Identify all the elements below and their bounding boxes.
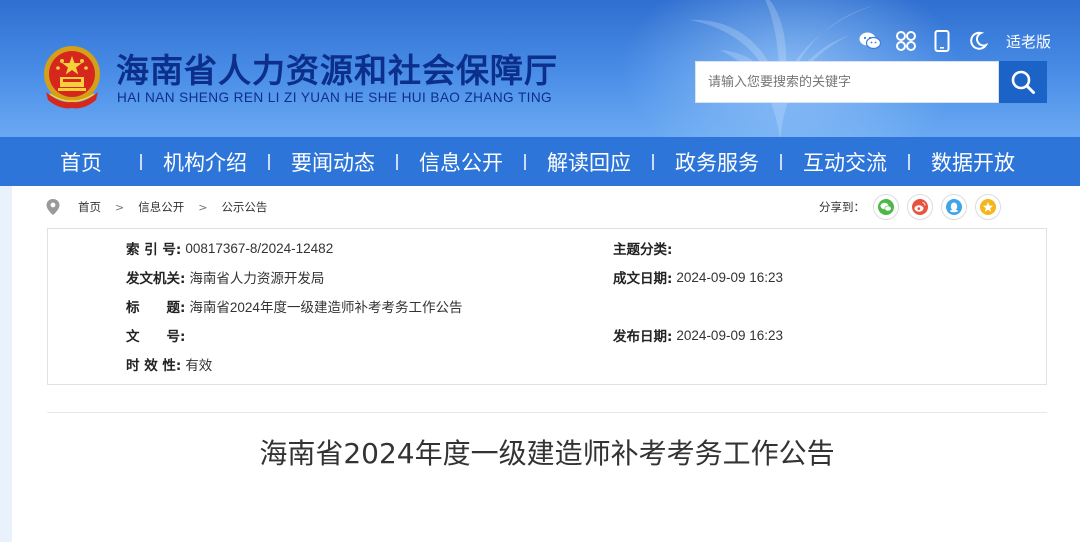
issuer-row: 发文机关: 海南省人力资源开发局: [126, 267, 324, 287]
content-divider: [47, 412, 1047, 413]
page: 海南省人力资源和社会保障厅 HAI NAN SHENG REN LI ZI YU…: [0, 0, 1080, 542]
validity-row: 时 效 性: 有效: [126, 354, 212, 374]
nav-separator: [268, 153, 270, 170]
wechat-share-icon[interactable]: [873, 194, 899, 220]
weibo-share-icon[interactable]: [907, 194, 933, 220]
nav-item-open-data[interactable]: 数据开放: [931, 147, 1015, 177]
nav-item-disclosure[interactable]: 信息公开: [419, 147, 503, 177]
location-pin-icon: [46, 199, 60, 215]
national-emblem-icon: [44, 46, 100, 109]
nav-separator: [396, 153, 398, 170]
qq-share-icon[interactable]: [941, 194, 967, 220]
chevron-right-icon: >: [198, 200, 208, 214]
mini-program-icon[interactable]: [894, 29, 918, 53]
breadcrumb-home[interactable]: 首页: [78, 199, 101, 215]
nav-separator: [908, 153, 910, 170]
created-date-value: 2024-09-09 16:23: [676, 269, 783, 285]
nav-separator: [780, 153, 782, 170]
wechat-icon[interactable]: [858, 29, 882, 53]
doc-number-row: 文 号:: [126, 325, 189, 345]
topic-row: 主题分类:: [613, 238, 676, 258]
site-header: 海南省人力资源和社会保障厅 HAI NAN SHENG REN LI ZI YU…: [0, 0, 1080, 137]
nav-item-services[interactable]: 政务服务: [675, 147, 759, 177]
share-bar: 分享到：: [819, 193, 1009, 221]
nav-item-interaction[interactable]: 互动交流: [803, 147, 887, 177]
issuer-value: 海南省人力资源开发局: [189, 271, 325, 286]
search-button[interactable]: [999, 61, 1047, 103]
index-number-label: 索 引 号:: [126, 242, 182, 258]
search-icon: [1011, 70, 1035, 94]
document-info-box: 索 引 号: 00817367-8/2024-12482 主题分类: 发文机关:…: [47, 228, 1047, 385]
created-date-row: 成文日期: 2024-09-09 16:23: [613, 267, 783, 288]
left-background-strip: [0, 186, 12, 542]
site-title: 海南省人力资源和社会保障厅: [116, 51, 558, 90]
published-date-row: 发布日期: 2024-09-09 16:23: [613, 325, 783, 346]
nav-separator: [524, 153, 526, 170]
search-input[interactable]: [695, 61, 999, 103]
chevron-right-icon: >: [115, 200, 125, 214]
nav-item-about[interactable]: 机构介绍: [163, 147, 247, 177]
topic-label: 主题分类:: [613, 242, 673, 258]
issuer-label: 发文机关:: [126, 271, 186, 287]
title-value: 海南省2024年度一级建造师补考考务工作公告: [189, 300, 463, 315]
validity-label: 时 效 性:: [126, 358, 182, 374]
breadcrumb-disclosure[interactable]: 信息公开: [138, 199, 184, 215]
title-label: 标 题:: [126, 300, 186, 316]
published-date-label: 发布日期:: [613, 329, 673, 345]
main-nav: 首页 机构介绍 要闻动态 信息公开 解读回应 政务服务 互动交流 数据开放: [0, 137, 1080, 186]
qzone-share-icon[interactable]: [975, 194, 1001, 220]
published-date-value: 2024-09-09 16:23: [676, 327, 783, 343]
title-row: 标 题: 海南省2024年度一级建造师补考考务工作公告: [126, 296, 462, 316]
mobile-icon[interactable]: [930, 29, 954, 53]
site-subtitle: HAI NAN SHENG REN LI ZI YUAN HE SHE HUI …: [117, 90, 553, 105]
nav-item-home[interactable]: 首页: [60, 147, 102, 177]
index-number-value: 00817367-8/2024-12482: [185, 240, 334, 256]
nav-item-interpretation[interactable]: 解读回应: [547, 147, 631, 177]
elder-mode-link[interactable]: 适老版: [1006, 31, 1051, 52]
header-tools: 适老版: [858, 28, 1051, 54]
validity-value: 有效: [185, 358, 213, 373]
breadcrumb: 首页 > 信息公开 > 公示公告: [46, 198, 267, 216]
index-number-row: 索 引 号: 00817367-8/2024-12482: [126, 238, 334, 259]
doc-number-label: 文 号:: [126, 329, 186, 345]
nav-separator: [652, 153, 654, 170]
nav-separator: [140, 153, 142, 170]
nav-item-news[interactable]: 要闻动态: [291, 147, 375, 177]
share-label: 分享到：: [819, 200, 865, 214]
article-title: 海南省2024年度一级建造师补考考务工作公告: [259, 437, 835, 470]
breadcrumb-notices[interactable]: 公示公告: [221, 199, 267, 215]
created-date-label: 成文日期:: [613, 271, 673, 287]
moon-icon[interactable]: [966, 29, 990, 53]
